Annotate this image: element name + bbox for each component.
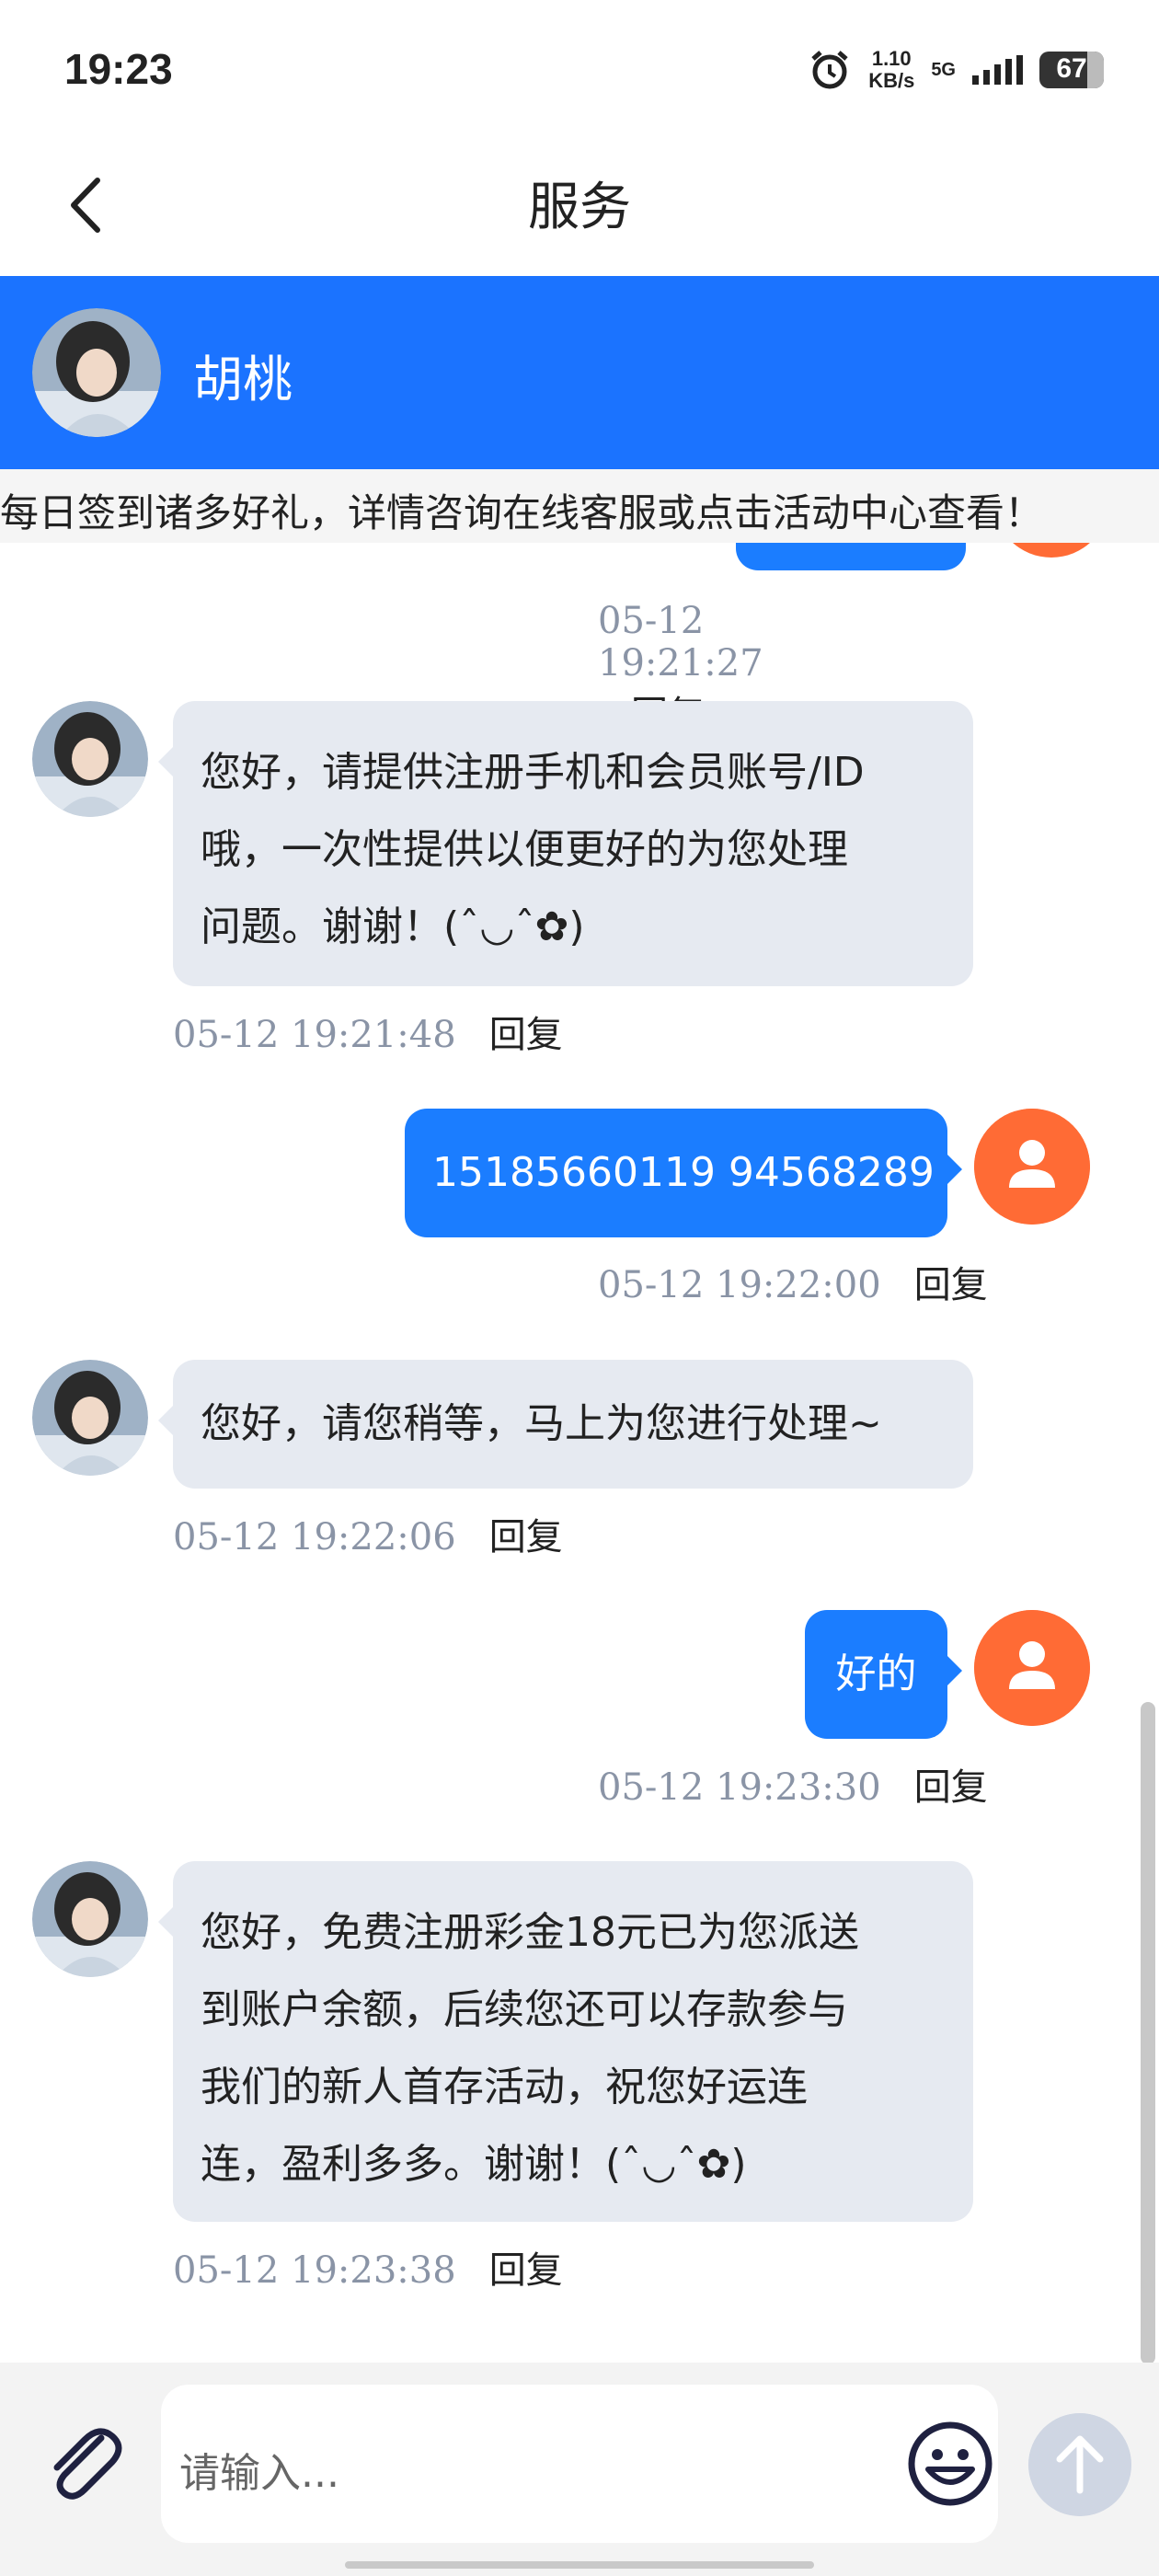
message-time: 05-12 19:23:30 xyxy=(598,1766,881,1809)
agent-avatar xyxy=(32,308,161,437)
message-time: 05-12 19:22:06 xyxy=(173,1516,456,1558)
agent-avatar xyxy=(32,1861,148,1977)
reply-link[interactable]: 回复 xyxy=(914,1264,988,1306)
battery-level: 67 xyxy=(1056,53,1087,84)
message-line: 您好，请提供注册手机和会员账号/ID xyxy=(201,749,865,796)
signal-icon xyxy=(972,55,1023,85)
input-bar: 请输入... xyxy=(0,2363,1159,2576)
battery-icon: 67 xyxy=(1039,52,1104,88)
user-avatar xyxy=(993,543,1109,558)
message-text: 15185660119 94568289 xyxy=(432,1149,935,1196)
agent-bubble: 您好，请提供注册手机和会员账号/ID 哦，一次性提供以便更好的为您处理 问题。谢… xyxy=(158,701,973,986)
chat-scrollbar[interactable] xyxy=(1141,1702,1155,2364)
message-line: 我们的新人首存活动，祝您好运连 xyxy=(201,2064,808,2110)
message-line: 您好，免费注册彩金18元已为您派送 xyxy=(201,1909,859,1956)
notice-marquee[interactable]: 每日签到诸多好礼，详情咨询在线客服或点击活动中心查看！ xyxy=(0,469,1159,543)
network-speed: 1.10 KB/s xyxy=(868,48,914,92)
user-bubble: 15185660119 94568289 xyxy=(405,1109,962,1237)
message-time: 05-12 19:21:48 xyxy=(173,1014,456,1056)
notice-text: 每日签到诸多好礼，详情咨询在线客服或点击活动中心查看！ xyxy=(0,490,1044,535)
network-type: 5G xyxy=(931,59,956,80)
message-meta: 05-12 19:23:30 回复 xyxy=(598,1757,988,1811)
agent-bubble: 您好，请您稍等，马上为您进行处理~ xyxy=(158,1360,973,1489)
agent-avatar xyxy=(32,1360,148,1476)
user-avatar xyxy=(974,1610,1090,1726)
reply-link[interactable]: 回复 xyxy=(914,1766,988,1809)
status-time: 19:23 xyxy=(64,45,173,93)
nav-bar: 服务 xyxy=(0,138,1159,276)
message-meta: 05-12 19:21:48 回复 xyxy=(173,1005,563,1058)
page-title: 服务 xyxy=(528,178,631,237)
user-avatar xyxy=(974,1109,1090,1225)
message-time: 05-12 19:22:00 xyxy=(598,1264,881,1306)
agent-avatar xyxy=(32,701,148,817)
message-meta: 05-12 19:22:06 回复 xyxy=(173,1507,563,1560)
speed-value: 1.10 xyxy=(871,47,912,70)
alarm-icon xyxy=(811,51,848,89)
speed-unit: KB/s xyxy=(868,69,915,92)
status-icons: 1.10 KB/s 5G 67 xyxy=(808,44,1104,96)
input-placeholder: 请输入... xyxy=(179,2450,339,2497)
paperclip-icon[interactable] xyxy=(37,2418,129,2510)
agent-bubble: 您好，免费注册彩金18元已为您派送 到账户余额，后续您还可以存款参与 我们的新人… xyxy=(158,1861,973,2222)
message-line: 您好，请您稍等，马上为您进行处理~ xyxy=(201,1400,882,1447)
message-text: 好的 xyxy=(835,1650,917,1697)
reply-link[interactable]: 回复 xyxy=(489,1014,563,1056)
message-line: 到账户余额，后续您还可以存款参与 xyxy=(201,1986,848,2033)
message-meta: 05-12 19:23:38 回复 xyxy=(173,2240,563,2294)
message-line: 连，盈利多多。谢谢！(ˆ◡ˆ✿) xyxy=(201,2141,747,2188)
message-time: 05-12 19:21:27 xyxy=(598,600,763,684)
message-meta: 05-12 19:22:00 回复 xyxy=(598,1255,988,1308)
user-bubble xyxy=(736,543,966,570)
message-line: 问题。谢谢！(ˆ◡ˆ✿) xyxy=(201,903,585,950)
agent-header: 胡桃 xyxy=(0,276,1159,469)
smiley-icon[interactable] xyxy=(906,2420,994,2508)
agent-name: 胡桃 xyxy=(193,351,293,408)
reply-link[interactable]: 回复 xyxy=(489,2249,563,2292)
reply-link[interactable]: 回复 xyxy=(489,1516,563,1558)
status-bar: 19:23 1.10 KB/s 5G 67 xyxy=(0,0,1159,138)
message-time: 05-12 19:23:38 xyxy=(173,2249,456,2292)
chat-area[interactable]: 05-12 19:21:27 回复 您好，请提供注册手机和会员账号/ID 哦，一次… xyxy=(0,543,1141,2363)
home-indicator[interactable] xyxy=(345,2561,814,2569)
message-line: 哦，一次性提供以便更好的为您处理 xyxy=(201,826,848,873)
user-bubble: 好的 xyxy=(805,1610,962,1739)
arrow-up-icon[interactable] xyxy=(1028,2413,1131,2516)
message-input[interactable]: 请输入... xyxy=(161,2385,998,2543)
